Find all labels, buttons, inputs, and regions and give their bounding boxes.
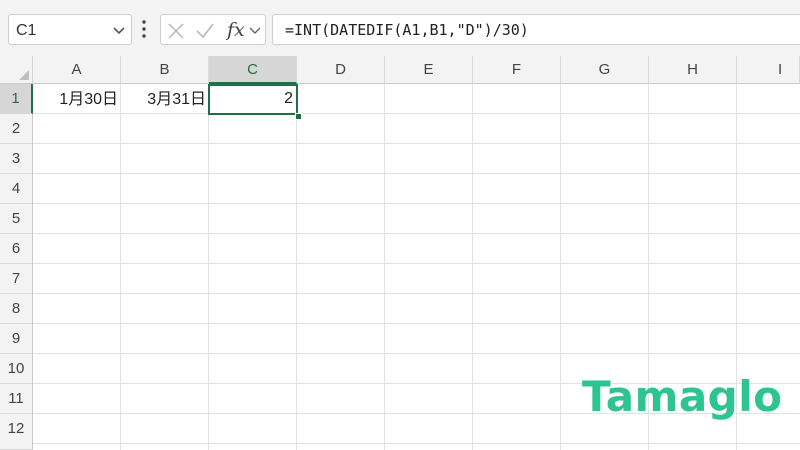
formula-input[interactable]: =INT(DATEDIF(A1,B1,"D")/30)	[272, 14, 800, 45]
formula-bar-area: C1 fx =INT(DATEDIF(A1,B1,"D")/30)	[0, 0, 800, 56]
column-header-e[interactable]: E	[385, 56, 473, 84]
fill-handle[interactable]	[295, 113, 302, 120]
row-header-2[interactable]: 2	[0, 114, 33, 144]
cell-b1[interactable]: 3月31日	[121, 85, 209, 114]
row-header-9[interactable]: 9	[0, 324, 33, 354]
chevron-down-icon[interactable]	[112, 23, 126, 37]
cancel-x-icon[interactable]	[167, 22, 185, 40]
tamaglo-logo: Tamaglo	[582, 372, 783, 421]
row-header-4[interactable]: 4	[0, 174, 33, 204]
row-header-8[interactable]: 8	[0, 294, 33, 324]
cell-a1[interactable]: 1月30日	[33, 85, 121, 114]
formula-text: =INT(DATEDIF(A1,B1,"D")/30)	[285, 21, 529, 39]
row-header-3[interactable]: 3	[0, 144, 33, 174]
row-header-10[interactable]: 10	[0, 354, 33, 384]
cell-c1-active[interactable]: 2	[208, 84, 298, 115]
row-header-5[interactable]: 5	[0, 204, 33, 234]
check-icon[interactable]	[195, 22, 215, 40]
column-header-h[interactable]: H	[649, 56, 737, 84]
row-header-12[interactable]: 12	[0, 414, 33, 450]
formula-actions: fx	[160, 14, 266, 45]
name-box[interactable]: C1	[8, 14, 132, 45]
column-header-b[interactable]: B	[121, 56, 209, 84]
row-header-1[interactable]: 1	[0, 84, 33, 114]
column-header-i[interactable]: I	[737, 56, 800, 84]
more-vertical-icon[interactable]	[141, 19, 147, 39]
column-header-f[interactable]: F	[473, 56, 561, 84]
column-header-g[interactable]: G	[561, 56, 649, 84]
row-header-7[interactable]: 7	[0, 264, 33, 294]
select-all-corner[interactable]	[0, 56, 33, 84]
column-header-a[interactable]: A	[33, 56, 121, 84]
function-icon[interactable]: fx	[227, 19, 245, 41]
row-header-6[interactable]: 6	[0, 234, 33, 264]
name-box-value: C1	[16, 22, 37, 39]
row-header-11[interactable]: 11	[0, 384, 33, 414]
column-header-c[interactable]: C	[209, 56, 297, 84]
column-header-d[interactable]: D	[297, 56, 385, 84]
chevron-down-icon[interactable]	[249, 24, 261, 36]
